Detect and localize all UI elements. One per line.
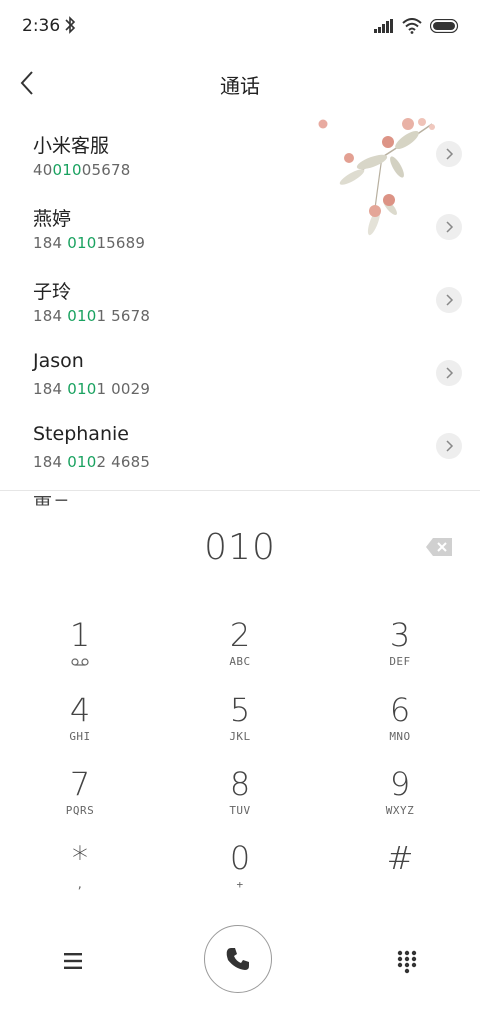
wifi-icon [402, 18, 422, 34]
chevron-right-icon [446, 367, 454, 379]
key-0[interactable]: 0 + [180, 838, 300, 908]
contact-name: Jason [33, 350, 84, 372]
backspace-icon[interactable] [425, 537, 453, 557]
contact-number: 184 0101 5678 [33, 307, 151, 325]
dial-display: 010 [0, 523, 480, 579]
key-6[interactable]: 6 MNO [340, 690, 460, 760]
contact-detail-button[interactable] [436, 141, 462, 167]
chevron-right-icon [446, 148, 454, 160]
contact-detail-button[interactable] [436, 287, 462, 313]
status-time: 2:36 [22, 16, 61, 36]
key-9[interactable]: 9 WXYZ [340, 764, 460, 834]
key-star[interactable]: * , [20, 838, 140, 908]
header: 通话 [0, 58, 480, 108]
key-7[interactable]: 7 PQRS [20, 764, 140, 834]
contact-number: 4001005678 [33, 161, 131, 179]
contact-detail-button[interactable] [436, 214, 462, 240]
chevron-right-icon [446, 294, 454, 306]
key-5[interactable]: 5 JKL [180, 690, 300, 760]
contact-name: 燕婷 [33, 208, 72, 230]
page-title: 通话 [220, 74, 260, 98]
status-bar: 2:36 [0, 0, 480, 52]
bottom-bar [0, 922, 480, 1002]
contact-name: Stephanie [33, 423, 129, 445]
key-8[interactable]: 8 TUV [180, 764, 300, 834]
chevron-right-icon [446, 440, 454, 452]
voicemail-icon [71, 658, 89, 666]
contact-number: 184 0101 0029 [33, 380, 151, 398]
dialed-number: 010 [204, 527, 276, 568]
contact-detail-button[interactable] [436, 433, 462, 459]
call-button[interactable] [204, 925, 272, 993]
number-match-highlight: 010 [67, 307, 97, 325]
menu-icon[interactable] [58, 946, 88, 976]
signal-icon [374, 19, 393, 33]
contact-row[interactable]: 小米客服 4001005678 [0, 118, 480, 191]
key-3[interactable]: 3 DEF [340, 615, 460, 685]
number-match-highlight: 010 [67, 380, 97, 398]
number-match-highlight: 010 [67, 234, 97, 252]
key-4[interactable]: 4 GHI [20, 690, 140, 760]
contact-name: 子玲 [33, 281, 72, 303]
dialpad-icon[interactable] [392, 946, 422, 976]
phone-icon [226, 948, 249, 970]
contact-row[interactable]: 燕婷 184 01015689 [0, 191, 480, 264]
contact-row[interactable]: Jason 184 0101 0029 [0, 337, 480, 410]
contact-row[interactable]: 子玲 184 0101 5678 [0, 264, 480, 337]
number-match-highlight: 010 [52, 161, 82, 179]
battery-icon [430, 19, 459, 33]
contact-row[interactable]: Stephanie 184 0102 4685 [0, 410, 480, 483]
list-divider [0, 490, 480, 491]
contact-name: 小米客服 [33, 135, 110, 157]
chevron-right-icon [446, 221, 454, 233]
bluetooth-icon [65, 16, 76, 34]
contact-list: 小米客服 4001005678 燕婷 184 01015689 子玲 184 0… [0, 118, 480, 483]
contact-detail-button[interactable] [436, 360, 462, 386]
next-contact-peek: 黄三 [33, 496, 73, 506]
number-match-highlight: 010 [67, 453, 97, 471]
key-hash[interactable]: # [340, 838, 460, 908]
key-2[interactable]: 2 ABC [180, 615, 300, 685]
contact-number: 184 01015689 [33, 234, 146, 252]
key-1[interactable]: 1 [20, 615, 140, 685]
contact-number: 184 0102 4685 [33, 453, 151, 471]
